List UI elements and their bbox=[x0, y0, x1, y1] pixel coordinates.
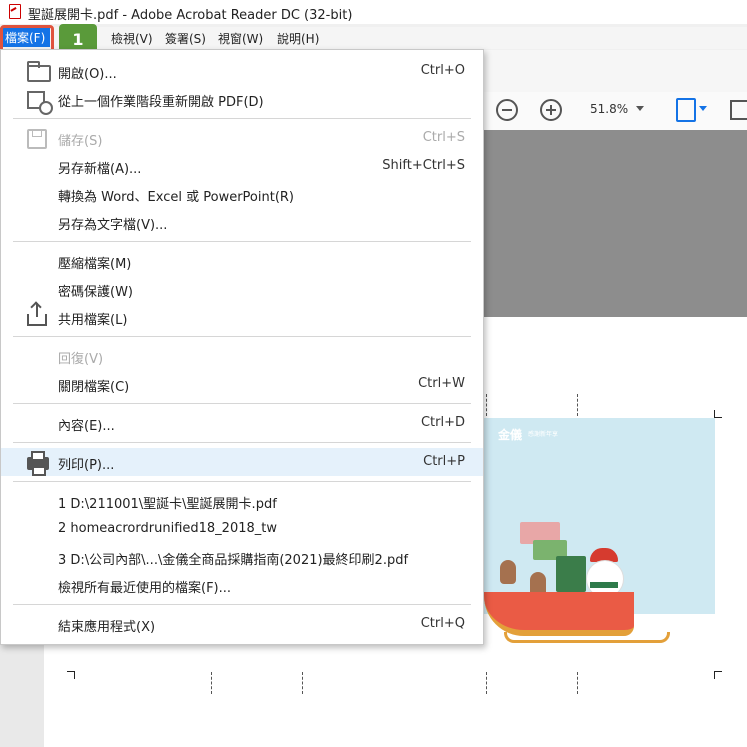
menu-item-label: 3 D:\公司內部\...\金儀全商品採購指南(2021)最終印刷2.pdf bbox=[58, 553, 409, 568]
menu-item-save: 儲存(S) Ctrl+S bbox=[1, 124, 483, 152]
menu-item-label: 壓縮檔案(M) bbox=[58, 257, 132, 272]
menu-item-close-file[interactable]: 關閉檔案(C) Ctrl+W bbox=[1, 370, 483, 398]
menu-item-label: 列印(P)... bbox=[58, 458, 115, 473]
menu-item-label: 轉換為 Word、Excel 或 PowerPoint(R) bbox=[58, 190, 295, 205]
menu-item-open[interactable]: 開啟(O)... Ctrl+O bbox=[1, 57, 483, 85]
zoom-in-icon[interactable] bbox=[540, 99, 562, 121]
menu-item-shortcut: Ctrl+S bbox=[422, 130, 465, 145]
menu-item-shortcut: Shift+Ctrl+S bbox=[382, 158, 465, 173]
window-title: 聖誕展開卡.pdf - Adobe Acrobat Reader DC (32-… bbox=[28, 8, 353, 23]
menu-item-properties[interactable]: 內容(E)... Ctrl+D bbox=[1, 409, 483, 437]
toolbar: 51.8% bbox=[484, 92, 747, 131]
fold-guide bbox=[211, 672, 213, 694]
menu-item-shortcut: Ctrl+D bbox=[420, 415, 465, 430]
folder-open-icon bbox=[27, 61, 51, 82]
fit-page-icon[interactable] bbox=[676, 98, 696, 122]
menu-item-print[interactable]: 列印(P)... Ctrl+P bbox=[1, 448, 483, 476]
save-icon bbox=[27, 129, 47, 149]
crop-mark bbox=[714, 671, 722, 672]
menu-item-label: 回復(V) bbox=[58, 352, 104, 367]
sleigh bbox=[484, 592, 670, 643]
menu-separator bbox=[13, 118, 471, 119]
crop-mark bbox=[714, 671, 715, 679]
menu-item-label: 結束應用程式(X) bbox=[58, 620, 156, 635]
menu-item-label: 1 D:\211001\聖誕卡\聖誕展開卡.pdf bbox=[58, 497, 277, 512]
sleigh-body bbox=[484, 592, 634, 636]
crop-mark bbox=[74, 671, 75, 679]
menu-item-password-protect[interactable]: 密碼保護(W) bbox=[1, 275, 483, 303]
snowman-scarf bbox=[590, 582, 618, 588]
menu-item-exit[interactable]: 結束應用程式(X) Ctrl+Q bbox=[1, 610, 483, 638]
menu-window[interactable]: 視窗(W) bbox=[218, 30, 263, 47]
menu-separator bbox=[13, 481, 471, 482]
menu-item-save-as[interactable]: 另存新檔(A)... Shift+Ctrl+S bbox=[1, 152, 483, 180]
zoom-dropdown-icon[interactable] bbox=[636, 106, 644, 111]
menu-item-label: 另存為文字檔(V)... bbox=[58, 218, 168, 233]
menu-item-recent-file-3[interactable]: 3 D:\公司內部\...\金儀全商品採購指南(2021)最終印刷2.pdf bbox=[1, 543, 483, 571]
fold-guide bbox=[577, 672, 579, 694]
tab-strip bbox=[484, 50, 747, 93]
zoom-out-icon[interactable] bbox=[496, 99, 518, 121]
menu-item-convert[interactable]: 轉換為 Word、Excel 或 PowerPoint(R) bbox=[1, 180, 483, 208]
menu-item-shortcut: Ctrl+O bbox=[420, 63, 465, 78]
menu-item-view-all-recent[interactable]: 檢視所有最近使用的檔案(F)... bbox=[1, 571, 483, 599]
menu-item-label: 共用檔案(L) bbox=[58, 313, 128, 328]
menu-separator bbox=[13, 403, 471, 404]
menu-separator bbox=[13, 604, 471, 605]
more-tools-icon[interactable] bbox=[730, 100, 747, 120]
menu-item-reopen-session[interactable]: 從上一個作業階段重新開啟 PDF(D) bbox=[1, 85, 483, 115]
menu-item-revert: 回復(V) bbox=[1, 342, 483, 370]
menu-separator bbox=[13, 442, 471, 443]
sleigh-runner bbox=[504, 632, 670, 643]
menu-item-recent-file-1[interactable]: 1 D:\211001\聖誕卡\聖誕展開卡.pdf bbox=[1, 487, 483, 515]
gift-box bbox=[556, 556, 586, 592]
menu-item-label: 儲存(S) bbox=[58, 134, 103, 149]
menu-item-shortcut: Ctrl+Q bbox=[420, 616, 465, 631]
menu-help[interactable]: 說明(H) bbox=[277, 30, 319, 47]
share-icon bbox=[27, 303, 47, 326]
fold-guide bbox=[486, 394, 488, 416]
fold-guide bbox=[302, 672, 304, 694]
fold-guide bbox=[577, 394, 579, 416]
menu-item-label: 另存新檔(A)... bbox=[58, 162, 142, 177]
menu-item-save-as-text[interactable]: 另存為文字檔(V)... bbox=[1, 208, 483, 236]
title-bar: 聖誕展開卡.pdf - Adobe Acrobat Reader DC (32-… bbox=[0, 0, 747, 24]
menu-separator bbox=[13, 336, 471, 337]
menu-item-label: 開啟(O)... bbox=[58, 67, 117, 82]
menu-separator bbox=[13, 241, 471, 242]
menu-item-label: 檢視所有最近使用的檔案(F)... bbox=[58, 581, 232, 596]
menu-item-share-file[interactable]: 共用檔案(L) bbox=[1, 303, 483, 331]
menu-item-label: 密碼保護(W) bbox=[58, 285, 133, 300]
card-tagline: 感謝新年享 bbox=[528, 431, 559, 438]
menu-item-recent-file-2[interactable]: 2 homeacrordrunified18_2018_tw bbox=[1, 515, 483, 543]
menu-item-label: 關閉檔案(C) bbox=[58, 380, 130, 395]
crop-mark bbox=[714, 417, 722, 418]
menu-view[interactable]: 檢視(V) bbox=[111, 30, 153, 47]
menu-item-compress[interactable]: 壓縮檔案(M) bbox=[1, 247, 483, 275]
menu-item-label: 2 homeacrordrunified18_2018_tw bbox=[58, 521, 277, 536]
menu-sign[interactable]: 簽署(S) bbox=[165, 30, 206, 47]
zoom-level[interactable]: 51.8% bbox=[590, 102, 628, 116]
pdf-file-icon bbox=[9, 4, 21, 19]
fold-guide bbox=[486, 672, 488, 694]
reopen-session-icon bbox=[27, 91, 53, 115]
card-brand-text: 金儀 bbox=[498, 428, 523, 442]
menu-item-shortcut: Ctrl+W bbox=[418, 376, 465, 391]
gingerbread-figure bbox=[500, 560, 516, 584]
menu-bar: 檔案(F) 檢視(V) 簽署(S) 視窗(W) 說明(H) bbox=[0, 27, 747, 49]
menu-item-label: 內容(E)... bbox=[58, 419, 115, 434]
file-menu-dropdown: 開啟(O)... Ctrl+O 從上一個作業階段重新開啟 PDF(D) 儲存(S… bbox=[0, 49, 484, 645]
menu-item-shortcut: Ctrl+P bbox=[423, 454, 465, 469]
fit-dropdown-icon[interactable] bbox=[699, 106, 707, 111]
menu-item-label: 從上一個作業階段重新開啟 PDF(D) bbox=[58, 95, 264, 110]
printer-icon bbox=[27, 451, 49, 476]
